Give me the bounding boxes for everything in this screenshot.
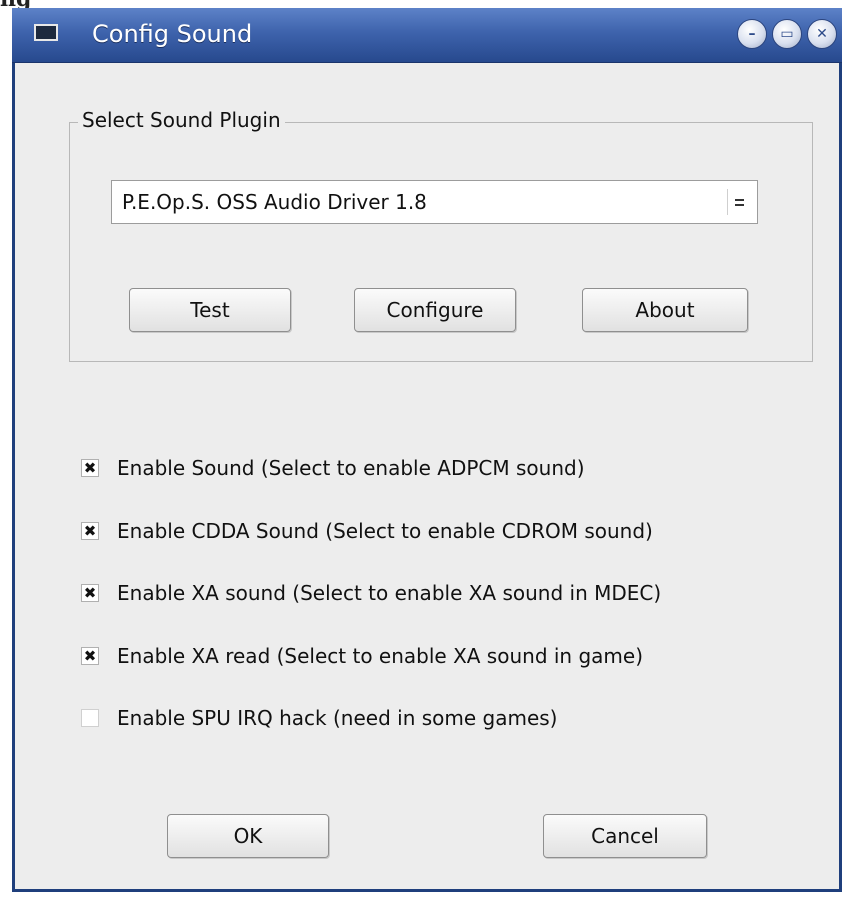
ok-button[interactable]: OK [167,814,329,858]
sound-plugin-frame: Select Sound Plugin P.E.Op.S. OSS Audio … [69,108,813,362]
enable-xa-read-label: Enable XA read (Select to enable XA soun… [117,644,643,668]
enable-cdda-sound-label: Enable CDDA Sound (Select to enable CDRO… [117,519,653,543]
option-enable-sound[interactable]: ✖ Enable Sound (Select to enable ADPCM s… [81,453,585,483]
frame-legend: Select Sound Plugin [78,108,285,132]
dropdown-arrow-icon[interactable] [727,189,751,215]
option-enable-xa-read[interactable]: ✖ Enable XA read (Select to enable XA so… [81,641,643,671]
enable-xa-sound-label: Enable XA sound (Select to enable XA sou… [117,581,662,605]
enable-sound-checkbox[interactable]: ✖ [81,459,99,477]
option-enable-cdda-sound[interactable]: ✖ Enable CDDA Sound (Select to enable CD… [81,516,653,546]
test-button[interactable]: Test [129,288,291,332]
option-enable-xa-sound[interactable]: ✖ Enable XA sound (Select to enable XA s… [81,578,661,608]
selected-plugin-value: P.E.Op.S. OSS Audio Driver 1.8 [122,190,427,214]
enable-cdda-sound-checkbox[interactable]: ✖ [81,522,99,540]
cancel-button[interactable]: Cancel [543,814,707,858]
maximize-button[interactable]: ▭ [772,19,802,49]
option-enable-spu-irq-hack[interactable]: Enable SPU IRQ hack (need in some games) [81,703,558,733]
maximize-icon: ▭ [780,26,794,42]
config-sound-dialog: Config Sound – ▭ ✕ Select Sound Plugin P… [12,8,842,892]
configure-button[interactable]: Configure [354,288,516,332]
check-mark-icon: ✖ [83,521,97,540]
enable-xa-sound-checkbox[interactable]: ✖ [81,584,99,602]
check-mark-icon: ✖ [83,458,97,477]
minimize-icon: – [748,26,756,42]
enable-sound-label: Enable Sound (Select to enable ADPCM sou… [117,456,585,480]
sound-plugin-select[interactable]: P.E.Op.S. OSS Audio Driver 1.8 [111,180,758,224]
enable-spu-irq-hack-label: Enable SPU IRQ hack (need in some games) [117,706,558,730]
check-mark-icon: ✖ [83,583,97,602]
check-mark-icon: ✖ [83,646,97,665]
about-button[interactable]: About [582,288,748,332]
title-bar[interactable]: Config Sound – ▭ ✕ [12,8,842,63]
minimize-button[interactable]: – [737,19,767,49]
window-title: Config Sound [92,20,253,48]
window-app-icon[interactable] [34,24,58,41]
close-icon: ✕ [816,26,828,42]
enable-xa-read-checkbox[interactable]: ✖ [81,647,99,665]
close-button[interactable]: ✕ [807,19,837,49]
enable-spu-irq-hack-checkbox[interactable] [81,709,99,727]
